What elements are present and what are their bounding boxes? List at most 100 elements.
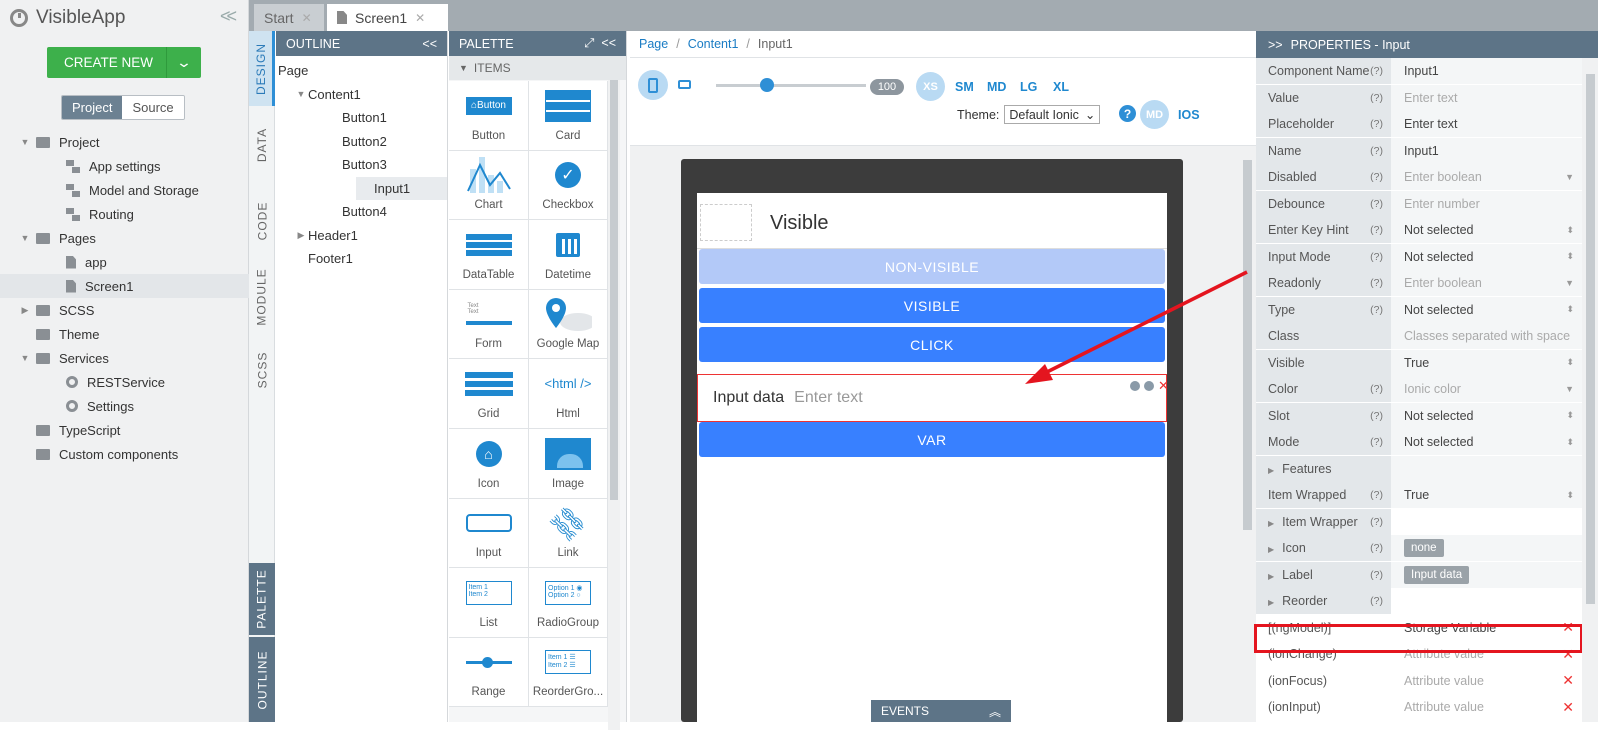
tree-item[interactable]: ▼ Pages — [0, 226, 249, 250]
arrow-icon[interactable]: ▶ — [294, 230, 308, 241]
palette-item[interactable]: Image — [529, 428, 608, 499]
property-value[interactable]: Enter text — [1391, 84, 1582, 111]
help-icon[interactable]: (?) — [1370, 489, 1383, 501]
property-row[interactable]: ▶ Features — [1256, 455, 1582, 483]
dropdown-icon[interactable]: ⬍ — [1566, 225, 1574, 236]
property-value[interactable] — [1391, 455, 1582, 482]
property-value[interactable]: Input1 — [1391, 137, 1582, 164]
property-row[interactable]: Type (?) Not selected ⬍ — [1256, 296, 1582, 324]
tab-module[interactable]: MODULE — [249, 259, 275, 334]
property-value[interactable]: Not selected ⬍ — [1391, 217, 1582, 243]
palette-item[interactable]: Input — [449, 498, 529, 569]
remove-icon[interactable]: ✕ — [1562, 672, 1574, 689]
dropdown-icon[interactable]: ▼ — [1565, 384, 1574, 394]
property-value[interactable]: True ⬍ — [1391, 349, 1582, 376]
dropdown-icon[interactable]: ⬍ — [1566, 357, 1574, 368]
breakpoint-md[interactable]: MD — [987, 80, 1006, 94]
property-row[interactable]: (ionInput) Attribute value ✕ — [1256, 694, 1582, 721]
outline-item[interactable]: ▼ Content1 — [276, 83, 447, 107]
create-new-button[interactable]: CREATE NEW ⌄ — [47, 47, 201, 78]
palette-item[interactable]: Chart — [449, 150, 529, 221]
help-icon[interactable]: (?) — [1370, 277, 1383, 289]
collapse-icon[interactable]: << — [601, 36, 616, 50]
triangle-right-icon[interactable]: ▶ — [1268, 545, 1274, 554]
help-icon[interactable]: (?) — [1370, 65, 1383, 77]
property-value[interactable]: True ⬍ — [1391, 482, 1582, 508]
mode-md[interactable]: MD — [1140, 100, 1169, 129]
property-row[interactable]: Input Mode (?) Not selected ⬍ — [1256, 243, 1582, 271]
property-row[interactable]: Item Wrapped (?) True ⬍ — [1256, 482, 1582, 509]
outline-item[interactable]: Page — [276, 59, 447, 83]
help-icon[interactable]: (?) — [1370, 410, 1383, 422]
property-row[interactable]: ▶ Icon (?) none — [1256, 535, 1582, 562]
help-icon[interactable]: (?) — [1370, 516, 1383, 528]
help-icon[interactable]: (?) — [1370, 198, 1383, 210]
tree-item[interactable]: ▼ Services — [0, 346, 249, 370]
palette-item[interactable]: Range — [449, 637, 529, 708]
tree-item[interactable]: App settings — [0, 154, 249, 178]
property-row[interactable]: Component Name (?) Input1 — [1256, 58, 1582, 85]
breakpoint-xs[interactable]: XS — [916, 72, 945, 101]
tab-data[interactable]: DATA — [249, 107, 275, 182]
palette-item[interactable]: Card — [529, 81, 608, 151]
triangle-right-icon[interactable]: ▶ — [1268, 598, 1274, 607]
zoom-slider-knob[interactable] — [760, 78, 774, 92]
dropdown-icon[interactable]: ▼ — [1565, 172, 1574, 182]
palette-item[interactable]: ✓ Checkbox — [529, 150, 608, 221]
property-row[interactable]: (ionFocus) Attribute value ✕ — [1256, 667, 1582, 695]
property-row[interactable]: Enter Key Hint (?) Not selected ⬍ — [1256, 217, 1582, 244]
close-icon[interactable]: ✕ — [415, 11, 425, 25]
property-value[interactable]: Enter text — [1391, 111, 1582, 137]
property-row[interactable]: Debounce (?) Enter number — [1256, 190, 1582, 218]
mode-ios[interactable]: IOS — [1178, 108, 1200, 122]
outline-item[interactable]: Button4 — [276, 200, 447, 224]
palette-item[interactable]: ⛓ Link — [529, 498, 608, 569]
tree-item[interactable]: Theme — [0, 322, 249, 346]
property-value[interactable]: Enter boolean ▼ — [1391, 164, 1582, 190]
help-icon[interactable]: (?) — [1370, 145, 1383, 157]
tab-project[interactable]: Project — [62, 96, 123, 119]
phone-landscape-icon[interactable] — [678, 80, 691, 89]
close-icon[interactable]: ✕ — [302, 11, 312, 25]
tab-screen1[interactable]: Screen1 ✕ — [327, 4, 448, 31]
arrow-icon[interactable]: ▼ — [20, 233, 30, 243]
property-row[interactable]: Slot (?) Not selected ⬍ — [1256, 402, 1582, 430]
help-icon[interactable]: (?) — [1370, 224, 1383, 236]
property-value[interactable]: Attribute value ✕ — [1391, 667, 1582, 694]
breadcrumb-page[interactable]: Page — [639, 37, 668, 51]
property-row[interactable]: Readonly (?) Enter boolean ▼ — [1256, 270, 1582, 297]
property-row[interactable]: Class Classes separated with space — [1256, 323, 1582, 350]
help-icon[interactable]: (?) — [1370, 542, 1383, 554]
property-value[interactable]: Not selected ⬍ — [1391, 296, 1582, 323]
property-value[interactable]: Ionic color ▼ — [1391, 376, 1582, 402]
dropdown-icon[interactable]: ⬍ — [1566, 490, 1574, 501]
breadcrumb-content1[interactable]: Content1 — [688, 37, 739, 51]
header-title[interactable]: Visible — [770, 212, 829, 235]
tree-item[interactable]: Model and Storage — [0, 178, 249, 202]
dropdown-icon[interactable]: ⬍ — [1566, 251, 1574, 262]
outline-item[interactable]: Button2 — [276, 130, 447, 154]
dropdown-icon[interactable]: ⬍ — [1566, 437, 1574, 448]
property-row[interactable]: Visible True ⬍ — [1256, 349, 1582, 377]
palette-item[interactable]: ⌂Button Button — [449, 81, 529, 151]
remove-icon[interactable]: ✕ — [1562, 699, 1574, 716]
palette-item[interactable]: Grid — [449, 359, 529, 429]
expand-icon[interactable]: ⤢ — [584, 36, 594, 50]
property-row[interactable]: Mode (?) Not selected ⬍ — [1256, 429, 1582, 456]
property-value[interactable]: Not selected ⬍ — [1391, 402, 1582, 429]
tab-start[interactable]: Start ✕ — [254, 4, 324, 31]
property-value[interactable]: Enter number — [1391, 190, 1582, 217]
breakpoint-lg[interactable]: LG — [1020, 80, 1037, 94]
palette-scrollbar[interactable] — [608, 80, 620, 730]
palette-item[interactable]: Datetime — [529, 220, 608, 290]
property-value[interactable]: none — [1391, 535, 1582, 561]
property-value[interactable]: Input data — [1391, 561, 1582, 588]
property-row[interactable]: Disabled (?) Enter boolean ▼ — [1256, 164, 1582, 191]
tree-item[interactable]: Routing — [0, 202, 249, 226]
collapse-icon[interactable]: << — [422, 37, 437, 51]
help-icon[interactable]: (?) — [1370, 118, 1383, 130]
help-icon[interactable]: (?) — [1370, 595, 1383, 607]
property-value[interactable] — [1391, 588, 1582, 614]
tab-scss[interactable]: SCSS — [249, 335, 275, 405]
palette-item[interactable]: ⌂ Icon — [449, 428, 529, 499]
